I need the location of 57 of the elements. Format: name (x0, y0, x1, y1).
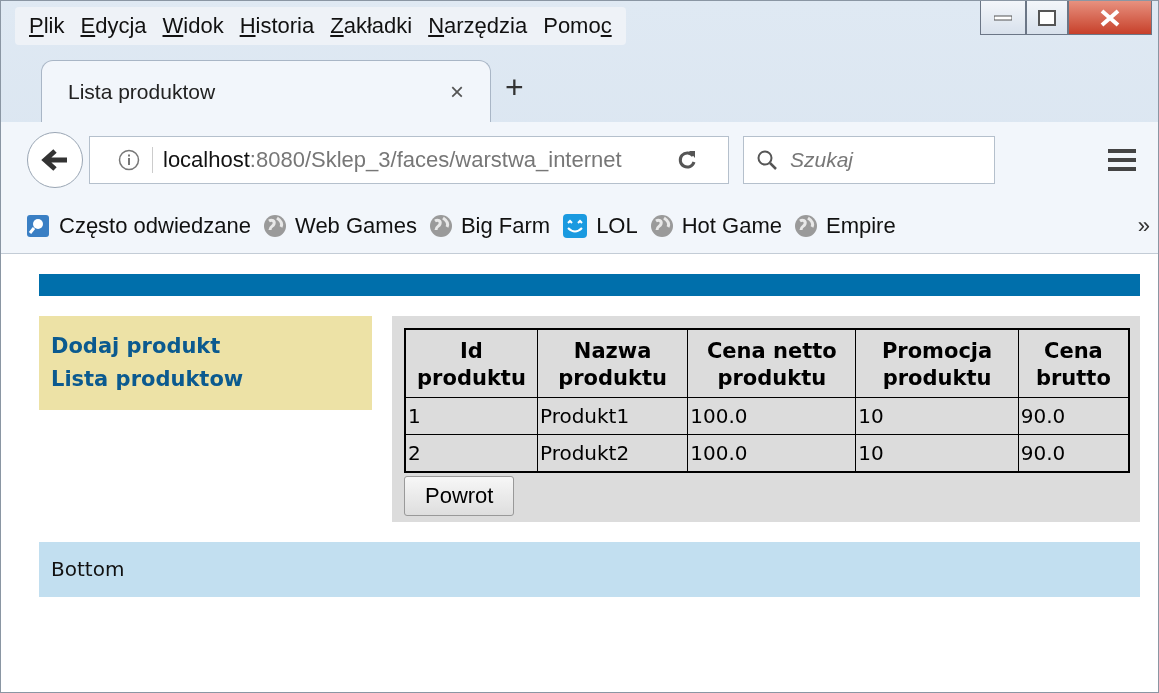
footer-text: Bottom (51, 557, 125, 582)
search-field[interactable]: Szukaj (743, 136, 995, 184)
table-cell: Produkt1 (537, 397, 688, 435)
address-bar[interactable]: localhost:8080/Sklep_3/faces/warstwa_internet (89, 136, 729, 184)
minimize-button[interactable] (980, 1, 1026, 35)
bookmark-label: Big Farm (460, 212, 551, 239)
maximize-button[interactable] (1026, 1, 1068, 35)
smiley-icon (562, 212, 589, 239)
back-button[interactable]: Powrot (404, 475, 515, 516)
info-icon (118, 149, 140, 171)
menu-icon[interactable] (1106, 147, 1138, 173)
bookmark-label: Hot Game (681, 212, 782, 239)
bookmark-label: Często odwiedzane (59, 212, 251, 239)
column-header: Cena netto produktu (687, 329, 856, 398)
table-cell: 10 (855, 397, 1019, 435)
bookmark-item[interactable]: Hot Game (649, 212, 782, 239)
bookmark-item[interactable]: LOL (562, 212, 638, 239)
globe-icon (794, 213, 818, 238)
menu-item[interactable]: Pomoc (537, 11, 618, 41)
minimize-icon (994, 14, 1012, 21)
column-header: Id produktu (405, 329, 538, 398)
back-arrow-icon (41, 148, 69, 172)
tab-title: Lista produktow (68, 79, 216, 104)
bookmark-item[interactable]: Web Games (263, 212, 417, 239)
column-header: Nazwa produktu (537, 329, 688, 398)
nav-link[interactable]: Dodaj produkt (51, 330, 360, 363)
globe-icon (649, 213, 674, 238)
menu-item[interactable]: Narzędzia (422, 11, 534, 41)
back-button[interactable] (27, 132, 83, 188)
bookmark-label: Web Games (295, 212, 417, 239)
bookmark-item[interactable]: Często odwiedzane (25, 212, 251, 239)
menu-item[interactable]: Historia (233, 11, 321, 41)
column-header: Promocja produktu (855, 329, 1019, 398)
menu-item[interactable]: Plik (23, 11, 71, 41)
new-tab-button[interactable]: + (505, 69, 524, 106)
globe-icon (263, 213, 287, 238)
globe-icon (428, 213, 453, 238)
bookmark-label: LOL (596, 212, 638, 239)
browser-tab[interactable]: Lista produktow × (41, 60, 491, 122)
url-text: localhost:8080/Sklep_3/faces/warstwa_internet (152, 147, 664, 173)
close-icon (1100, 8, 1120, 27)
close-button[interactable] (1068, 1, 1152, 35)
table-cell: 1 (405, 397, 538, 435)
more-bookmarks-button[interactable]: » (1137, 212, 1150, 239)
bookmark-item[interactable]: Empire (794, 212, 896, 239)
page-search-icon (25, 212, 51, 239)
reload-icon[interactable] (676, 149, 698, 171)
table-cell: 100.0 (687, 397, 856, 435)
search-icon (756, 149, 778, 171)
menu-item[interactable]: Zakładki (324, 11, 419, 41)
bookmark-label: Empire (826, 212, 896, 239)
nav-link[interactable]: Lista produktow (51, 363, 360, 396)
menu-item[interactable]: Edycja (74, 11, 153, 41)
menu-item[interactable]: Widok (156, 11, 230, 41)
maximize-icon (1038, 9, 1056, 26)
tab-close-button[interactable]: × (450, 77, 464, 106)
bookmark-item[interactable]: Big Farm (428, 212, 551, 239)
